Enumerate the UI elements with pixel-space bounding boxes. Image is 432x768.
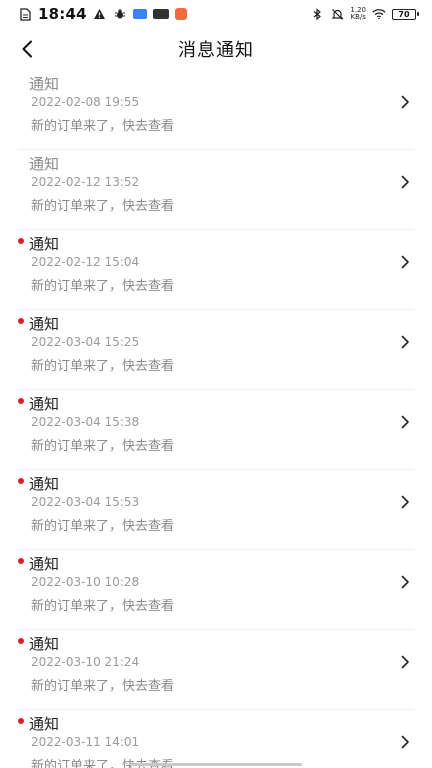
item-content: 新的订单来了，快去查看 [31, 199, 175, 214]
unread-dot-icon [18, 637, 24, 644]
item-time: 2022-03-04 15:25 [31, 335, 140, 349]
item-title-row: 通知 [18, 712, 59, 734]
status-left: 18:44 [18, 5, 187, 23]
chevron-right-icon [398, 652, 412, 672]
message-list[interactable]: 通知 2022-02-08 19:55 新的订单来了，快去查看 通知 2022-… [0, 70, 432, 768]
chevron-right-icon [398, 332, 412, 352]
item-time: 2022-03-10 10:28 [31, 575, 140, 589]
screen: 18:44 1.20 KB/s 70 消息通知 通知 2022-02-08 19… [0, 0, 432, 768]
chevron-right-icon [398, 492, 412, 512]
chevron-left-icon [22, 40, 32, 58]
item-content: 新的订单来了，快去查看 [31, 759, 175, 768]
item-title: 通知 [29, 394, 60, 413]
item-title-row: 通知 [18, 472, 59, 494]
item-title-row: 通知 [18, 152, 59, 174]
chevron-right-icon [398, 92, 412, 112]
list-item[interactable]: 通知 2022-02-12 13:52 新的订单来了，快去查看 [18, 150, 414, 230]
item-content: 新的订单来了，快去查看 [31, 679, 175, 694]
wifi-icon [372, 7, 386, 21]
mute-icon [330, 7, 344, 21]
item-time: 2022-02-12 15:04 [31, 255, 140, 269]
item-content: 新的订单来了，快去查看 [31, 599, 175, 614]
item-title: 通知 [29, 234, 60, 253]
unread-dot-icon [18, 477, 24, 484]
app-notification-icon [132, 9, 147, 19]
item-title: 通知 [29, 474, 60, 493]
network-speed-unit: KB/s [350, 13, 366, 21]
list-item[interactable]: 通知 2022-03-04 15:53 新的订单来了，快去查看 [18, 470, 414, 550]
item-time: 2022-03-11 14:01 [31, 735, 140, 749]
item-title: 通知 [29, 554, 60, 573]
item-content: 新的订单来了，快去查看 [31, 439, 175, 454]
item-content: 新的订单来了，快去查看 [31, 359, 175, 374]
list-item[interactable]: 通知 2022-03-04 15:38 新的订单来了，快去查看 [18, 390, 414, 470]
item-title-row: 通知 [18, 392, 59, 414]
item-content: 新的订单来了，快去查看 [31, 119, 175, 134]
item-title: 通知 [29, 714, 60, 733]
unread-dot-icon [18, 717, 24, 724]
network-speed: 1.20 KB/s [350, 7, 366, 21]
bug-icon [113, 7, 127, 21]
item-time: 2022-02-08 19:55 [31, 95, 140, 109]
item-time: 2022-03-04 15:38 [31, 415, 140, 429]
item-title-row: 通知 [18, 632, 59, 654]
chevron-right-icon [398, 412, 412, 432]
item-title: 通知 [29, 634, 60, 653]
chevron-right-icon [398, 732, 412, 752]
item-time: 2022-03-04 15:53 [31, 495, 140, 509]
list-item[interactable]: 通知 2022-03-10 10:28 新的订单来了，快去查看 [18, 550, 414, 630]
home-indicator[interactable] [130, 763, 302, 766]
status-right: 1.20 KB/s 70 [310, 7, 419, 21]
unread-dot-icon [18, 557, 24, 564]
unread-dot-icon [18, 317, 24, 324]
chevron-right-icon [398, 172, 412, 192]
item-title-row: 通知 [18, 72, 59, 94]
list-item[interactable]: 通知 2022-03-04 15:25 新的订单来了，快去查看 [18, 310, 414, 390]
page-title: 消息通知 [178, 40, 254, 61]
item-title-row: 通知 [18, 232, 59, 254]
battery-indicator: 70 [392, 8, 419, 20]
item-content: 新的订单来了，快去查看 [31, 519, 175, 534]
status-time: 18:44 [38, 5, 87, 23]
list-item[interactable]: 通知 2022-02-08 19:55 新的订单来了，快去查看 [18, 70, 414, 150]
status-bar: 18:44 1.20 KB/s 70 [0, 0, 432, 28]
navigation-bar: 消息通知 [0, 28, 432, 70]
item-time: 2022-02-12 13:52 [31, 175, 140, 189]
app-notification-icon [152, 9, 169, 19]
item-title-row: 通知 [18, 312, 59, 334]
document-icon [18, 7, 32, 21]
app-notification-icon [174, 8, 187, 20]
unread-dot-icon [18, 397, 24, 404]
chevron-right-icon [398, 572, 412, 592]
item-title: 通知 [29, 74, 60, 93]
unread-dot-icon [18, 237, 24, 244]
item-title: 通知 [29, 154, 60, 173]
chevron-right-icon [398, 252, 412, 272]
back-button[interactable] [14, 36, 40, 62]
list-item[interactable]: 通知 2022-03-11 14:01 新的订单来了，快去查看 [18, 710, 414, 768]
item-title: 通知 [29, 314, 60, 333]
warning-icon [93, 7, 107, 21]
list-item[interactable]: 通知 2022-02-12 15:04 新的订单来了，快去查看 [18, 230, 414, 310]
item-time: 2022-03-10 21:24 [31, 655, 140, 669]
list-item[interactable]: 通知 2022-03-10 21:24 新的订单来了，快去查看 [18, 630, 414, 710]
bluetooth-icon [310, 7, 324, 21]
item-content: 新的订单来了，快去查看 [31, 279, 175, 294]
item-title-row: 通知 [18, 552, 59, 574]
